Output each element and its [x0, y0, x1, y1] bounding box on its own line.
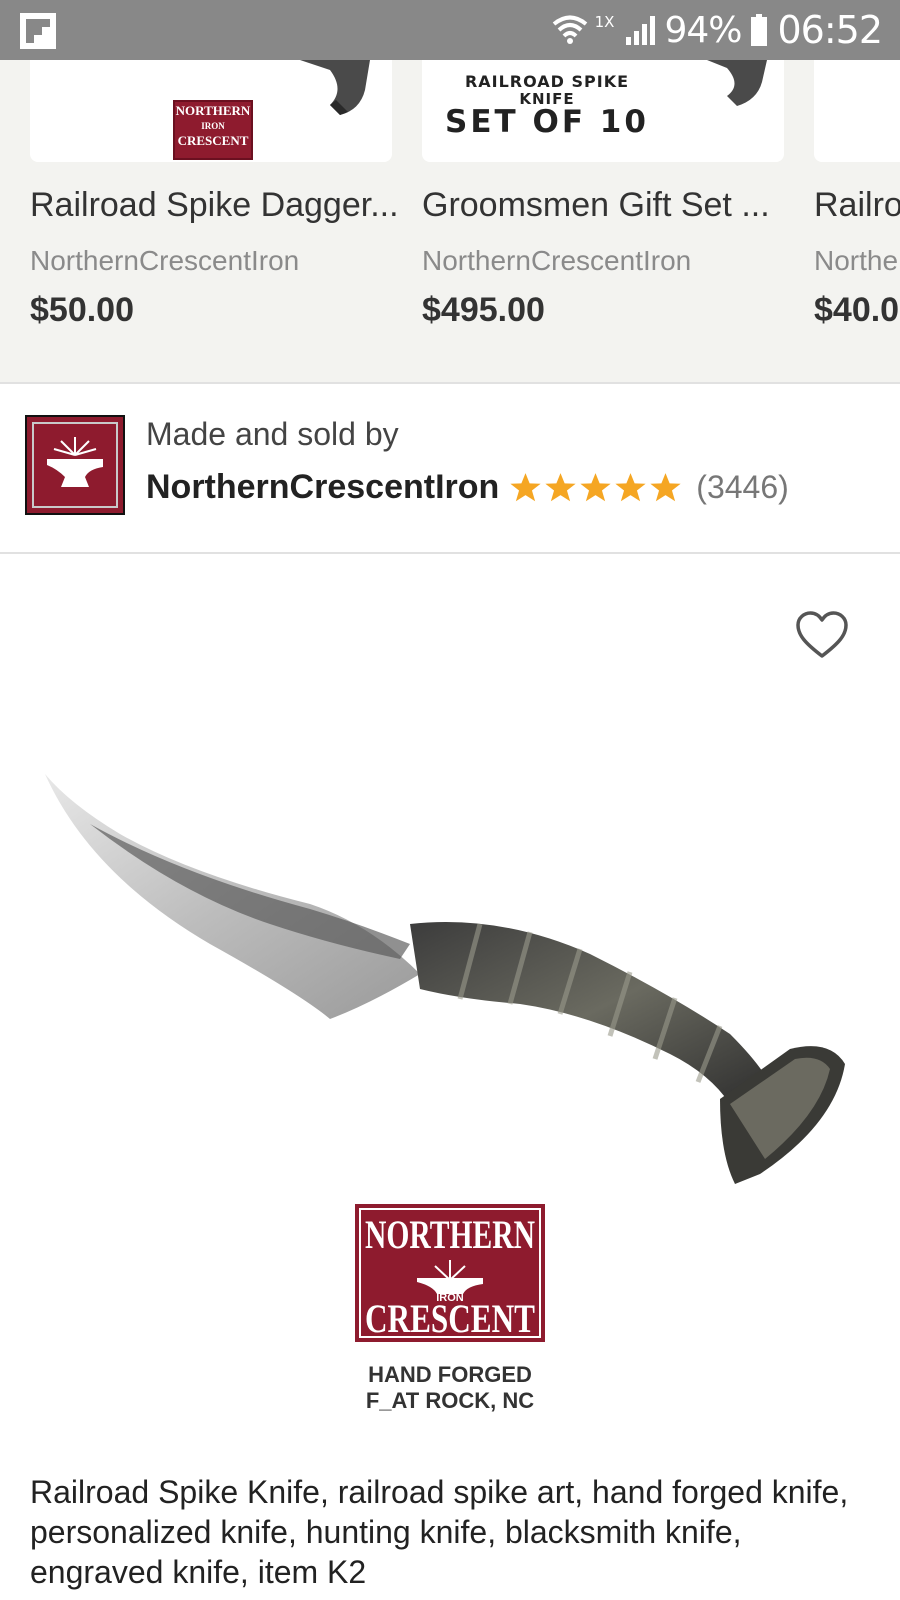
shop-name-link[interactable]: NorthernCrescentIron: [146, 468, 499, 507]
set-of-ten-graphic: RAILROAD SPIKE KNIFE SET OF 10: [445, 72, 649, 140]
product-title: Railroad Spike Knife, railroad spike art…: [30, 1474, 849, 1590]
svg-text:NORTHERN: NORTHERN: [365, 1212, 535, 1257]
product-card-image[interactable]: NORTHERN IRON CRESCENT: [30, 60, 392, 162]
product-card-shop: NorthernCrescentIron: [30, 245, 300, 276]
star-icon: [545, 473, 576, 502]
hand-forged-caption: HAND FORGED F_AT ROCK, NC: [365, 1362, 535, 1413]
anvil-icon: [27, 417, 123, 513]
star-icon: [615, 473, 646, 502]
product-image-knife[interactable]: [30, 764, 880, 1214]
review-count: (3446): [696, 469, 789, 505]
wifi-icon: [552, 15, 587, 44]
product-card-price: $495.00: [422, 291, 545, 329]
northern-crescent-logo: NORTHERN IRON CRESCENT: [355, 1204, 545, 1342]
product-detail: NORTHERN IRON CRESCENT HAND FORGED F_AT …: [0, 554, 900, 1600]
rating-stars: [509, 471, 682, 504]
battery-percent: 94%: [664, 9, 742, 51]
related-items-carousel[interactable]: NORTHERN IRON CRESCENT Railroad Spike Da…: [0, 60, 900, 384]
seller-info[interactable]: Made and sold by NorthernCrescentIron (3…: [0, 384, 900, 554]
star-icon: [580, 473, 611, 502]
heart-outline-icon[interactable]: [795, 610, 849, 660]
product-card-title[interactable]: Groomsmen Gift Set ...: [422, 186, 802, 225]
clock: 06:52: [777, 8, 883, 52]
made-by-label: Made and sold by: [146, 416, 399, 452]
svg-text:CRESCENT: CRESCENT: [365, 1296, 535, 1341]
star-icon: [510, 473, 541, 502]
cell-signal-icon: [626, 16, 656, 45]
network-type-label: 1X: [594, 13, 615, 31]
product-card-title[interactable]: Railroad Spike Dagger...: [30, 186, 410, 225]
shop-avatar[interactable]: [25, 415, 125, 515]
product-card-price: $50.00: [30, 291, 134, 329]
product-card-shop: Northe: [814, 245, 899, 276]
status-bar: 1X 94% 06:52: [0, 0, 900, 60]
flipboard-icon: [20, 13, 56, 49]
northern-crescent-logo: NORTHERN IRON CRESCENT: [173, 100, 253, 160]
product-card-image[interactable]: RAILROAD SPIKE KNIFE SET OF 10: [422, 60, 784, 162]
product-card-image[interactable]: [814, 60, 900, 162]
product-card-shop: NorthernCrescentIron: [422, 245, 692, 276]
product-card-price: $40.0: [814, 291, 900, 329]
star-icon: [650, 473, 681, 502]
battery-icon: [751, 14, 768, 46]
product-card-title[interactable]: Railro: [814, 186, 900, 225]
